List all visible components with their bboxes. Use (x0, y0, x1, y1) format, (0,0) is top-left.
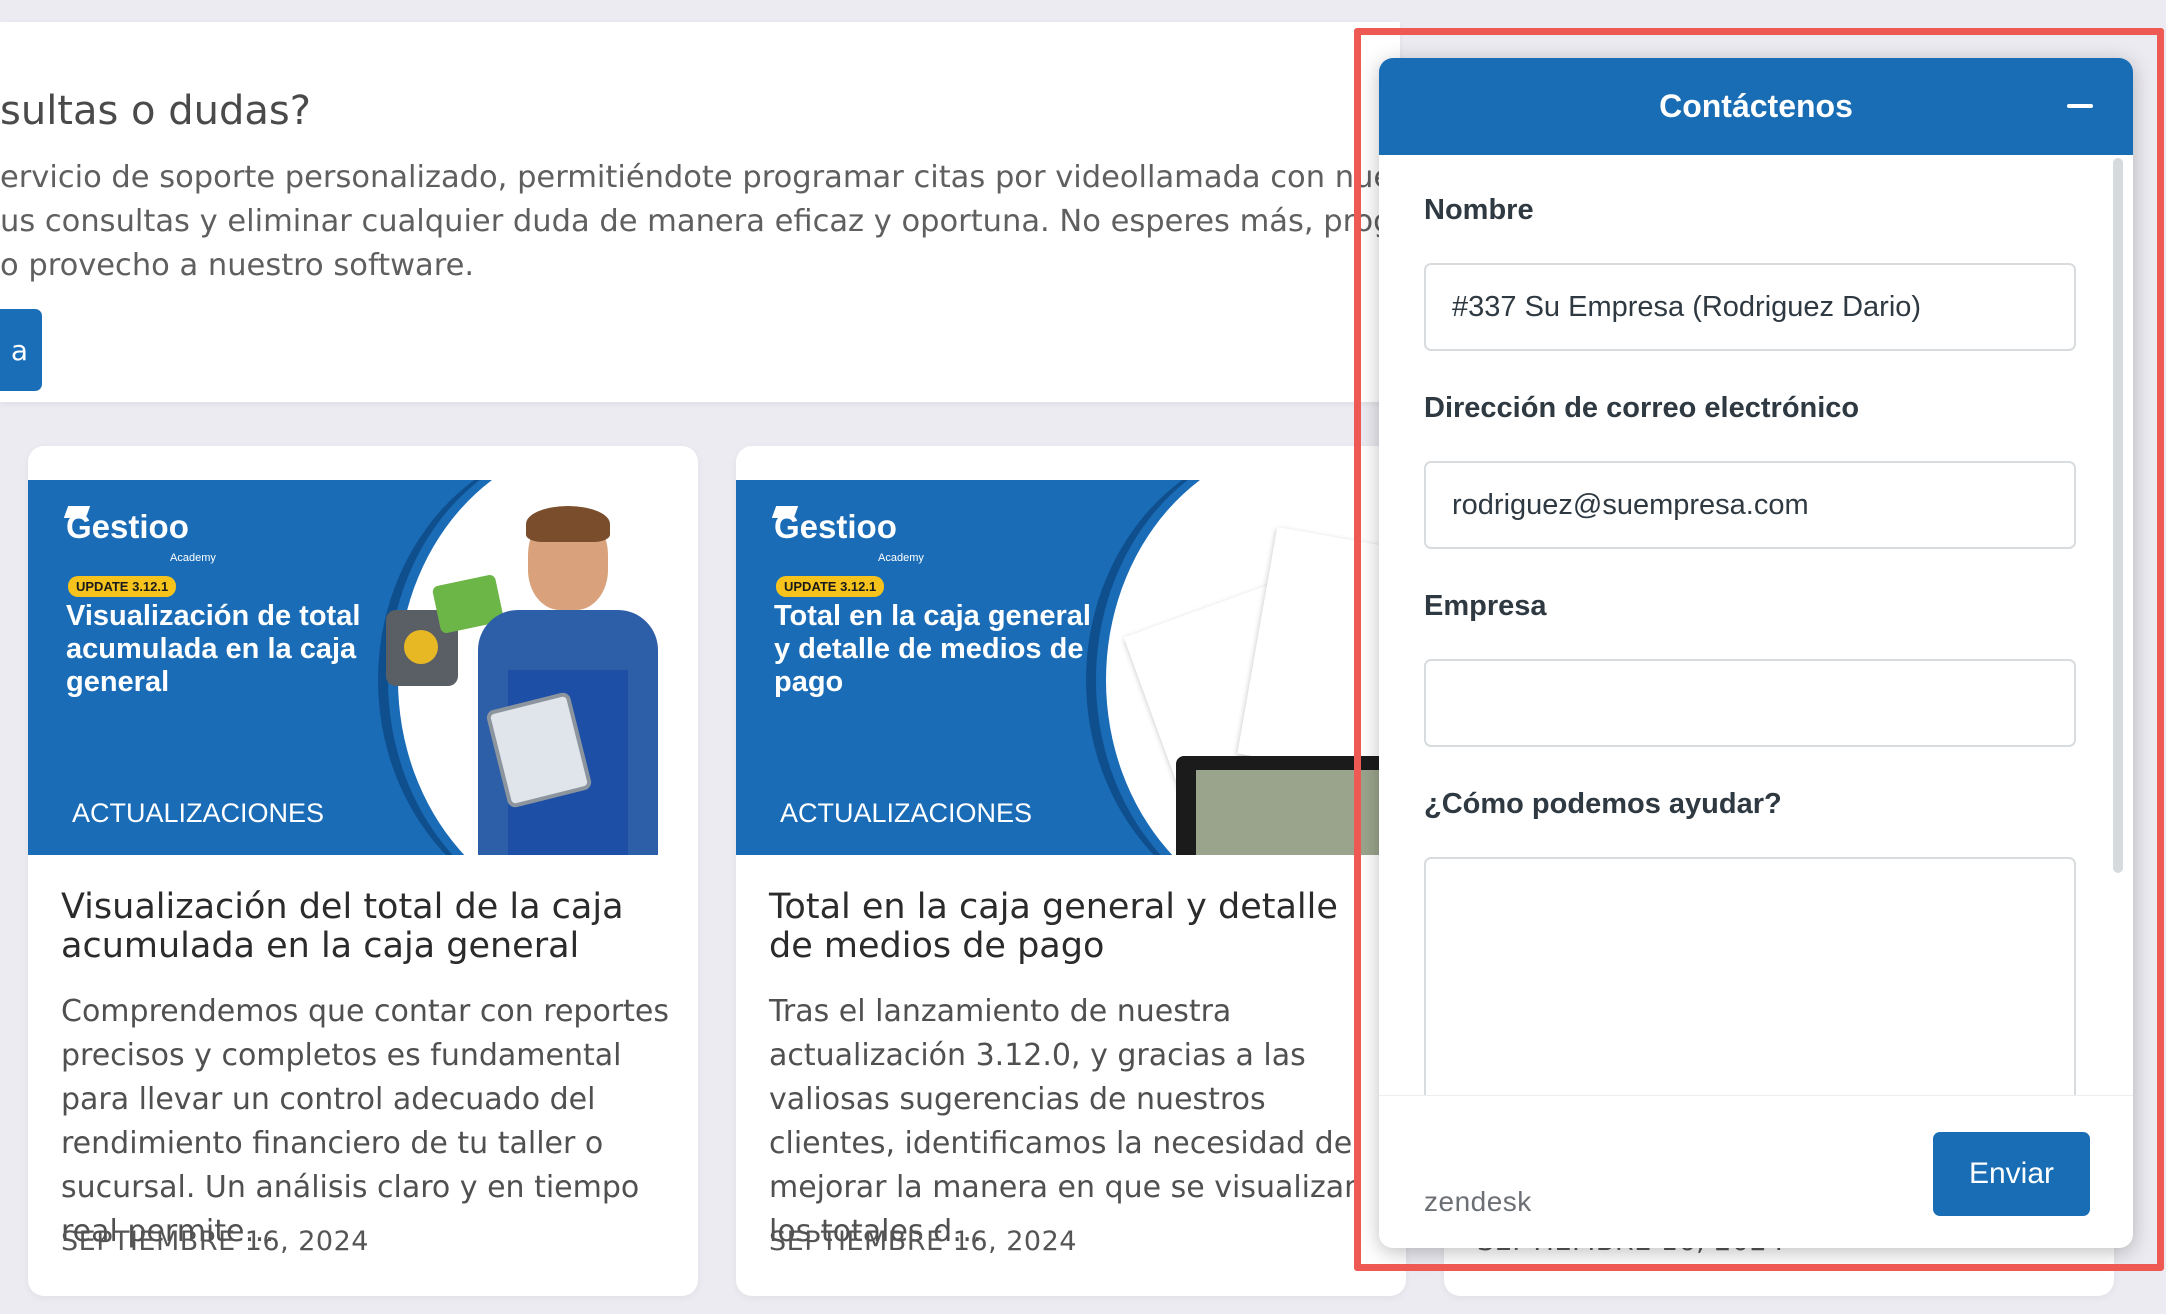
minimize-icon[interactable] (2067, 104, 2093, 108)
brand-logo: Gestioo (774, 508, 897, 545)
article-image[interactable]: Gestioo Academy UPDATE 3.12.1 Visualizac… (28, 480, 698, 855)
update-badge: UPDATE 3.12.1 (776, 576, 885, 597)
help-textarea[interactable] (1424, 857, 2076, 1117)
widget-title: Contáctenos (1659, 88, 1853, 124)
widget-scrollbar[interactable] (2113, 158, 2123, 873)
widget-footer: zendesk Enviar (1379, 1095, 2133, 1248)
name-label: Nombre (1424, 194, 1534, 226)
worker-illustration (468, 506, 658, 855)
email-field[interactable]: rodriguez@suempresa.com (1424, 461, 2076, 549)
image-headline: Visualización de total acumulada en la c… (66, 600, 361, 698)
article-title[interactable]: Total en la caja general y detalle de me… (769, 888, 1379, 966)
article-title[interactable]: Visualización del total de la caja acumu… (61, 888, 671, 966)
article-excerpt: Comprendemos que contar con reportes pre… (61, 994, 669, 1249)
widget-header: Contáctenos (1379, 58, 2133, 155)
article-excerpt: Tras el lanzamiento de nuestra actualiza… (769, 994, 1364, 1249)
brand-sub: Academy (170, 552, 216, 564)
cash-icon (1196, 770, 1396, 855)
support-banner: sultas o dudas? ervicio de soporte perso… (0, 22, 1540, 402)
brand-logo: Gestioo (66, 508, 189, 545)
image-category: ACTUALIZACIONES (780, 798, 1033, 828)
banner-text-line: o provecho a nuestro software. (0, 248, 475, 283)
banner-title: sultas o dudas? (0, 88, 311, 134)
submit-button[interactable]: Enviar (1933, 1132, 2090, 1216)
image-headline: Total en la caja general y detalle de me… (774, 600, 1091, 698)
image-category: ACTUALIZACIONES (72, 798, 325, 828)
zendesk-logo: zendesk (1424, 1186, 1532, 1217)
contact-widget: Contáctenos Nombre #337 Su Empresa (Rodr… (1379, 58, 2133, 1248)
company-label: Empresa (1424, 590, 1547, 622)
safe-dial (404, 630, 438, 664)
banner-text-line: ervicio de soporte personalizado, permit… (0, 160, 1531, 195)
name-field[interactable]: #337 Su Empresa (Rodriguez Dario) (1424, 263, 2076, 351)
banner-text: ervicio de soporte personalizado, permit… (0, 156, 1540, 288)
company-field[interactable] (1424, 659, 2076, 747)
worker-hair (526, 506, 610, 542)
update-badge: UPDATE 3.12.1 (68, 576, 177, 597)
article-card[interactable]: Gestioo Academy UPDATE 3.12.1 Total en l… (736, 446, 1406, 1296)
brand-sub: Academy (878, 552, 924, 564)
article-date: SEPTIEMBRE 16, 2024 (61, 1226, 369, 1257)
help-label: ¿Cómo podemos ayudar? (1424, 788, 1782, 820)
banner-text-line: us consultas y eliminar cualquier duda d… (0, 204, 1540, 239)
article-image[interactable]: Gestioo Academy UPDATE 3.12.1 Total en l… (736, 480, 1406, 855)
article-date: SEPTIEMBRE 16, 2024 (769, 1226, 1077, 1257)
banner-cta-button[interactable]: a (0, 309, 42, 391)
article-card[interactable]: Gestioo Academy UPDATE 3.12.1 Visualizac… (28, 446, 698, 1296)
email-label: Dirección de correo electrónico (1424, 392, 1860, 424)
